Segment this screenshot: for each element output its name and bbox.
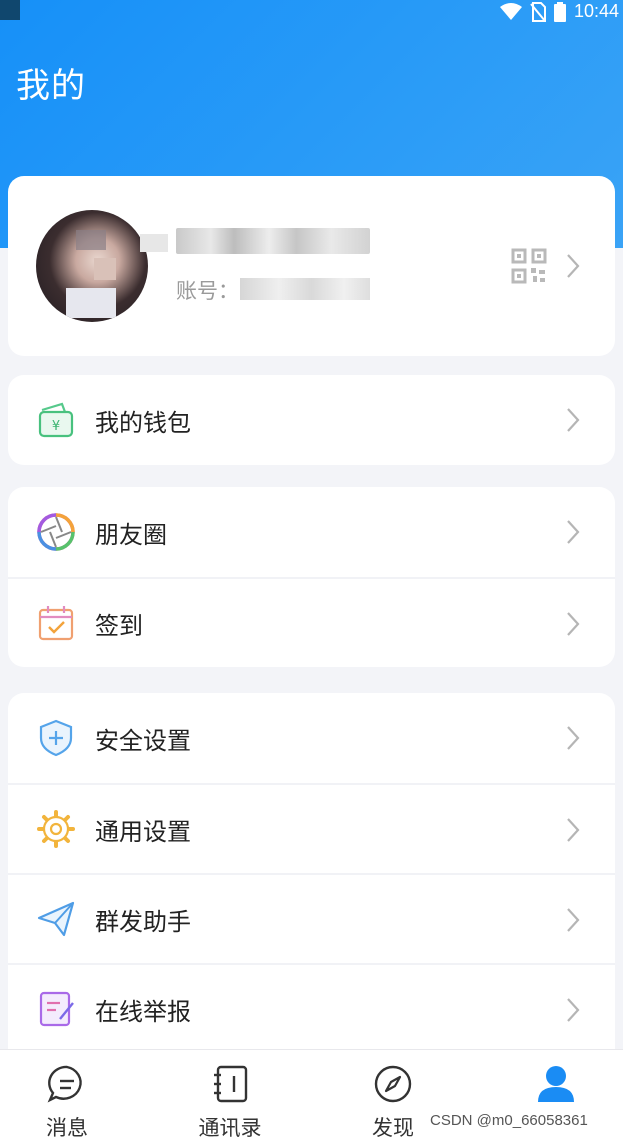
menu-item-broadcast[interactable]: 群发助手 [8, 873, 615, 963]
status-time: 10:44 [573, 1, 619, 21]
tab-label-messages: 消息 [46, 1116, 88, 1140]
svg-text:¥: ¥ [52, 419, 60, 434]
social-card: 朋友圈 签到 [8, 487, 615, 667]
menu-label-moments: 朋友圈 [95, 520, 167, 549]
person-icon [538, 1066, 574, 1102]
compass-icon [374, 1065, 412, 1103]
menu-label-checkin: 签到 [95, 611, 143, 640]
menu-label-wallet: 我的钱包 [95, 408, 191, 437]
menu-label-general: 通用设置 [95, 817, 191, 846]
tab-label-discover: 发现 [372, 1116, 414, 1140]
gear-icon [37, 810, 75, 848]
chevron-right-icon [567, 908, 580, 932]
wallet-icon: ¥ [38, 402, 74, 438]
chat-bubble-icon [47, 1065, 82, 1103]
battery-icon [553, 1, 566, 22]
redacted-account-number [240, 278, 370, 300]
chevron-right-icon [567, 726, 580, 750]
edit-note-icon [39, 991, 74, 1027]
menu-item-checkin[interactable]: 签到 [8, 577, 615, 667]
calendar-check-icon [38, 606, 74, 641]
redacted-name-tail [140, 234, 168, 252]
status-notification-icon [0, 0, 20, 20]
aperture-icon [37, 513, 75, 551]
chevron-right-icon [567, 408, 580, 432]
menu-item-general[interactable]: 通用设置 [8, 783, 615, 873]
tab-discover[interactable]: 发现 [343, 1050, 443, 1141]
chevron-right-icon [567, 998, 580, 1022]
menu-label-report: 在线举报 [95, 997, 191, 1026]
tab-contacts[interactable]: 通讯录 [180, 1050, 280, 1141]
menu-item-report[interactable]: 在线举报 [8, 963, 615, 1053]
menu-label-broadcast: 群发助手 [95, 907, 191, 936]
watermark: CSDN @m0_66058361 [430, 1112, 588, 1129]
wallet-card: ¥ 我的钱包 [8, 375, 615, 465]
tab-messages[interactable]: 消息 [17, 1050, 117, 1141]
menu-item-wallet[interactable]: ¥ 我的钱包 [8, 375, 615, 465]
status-bar: 10:44 [0, 0, 623, 24]
avatar[interactable] [36, 210, 148, 322]
qr-code-icon[interactable] [511, 248, 547, 284]
account-label: 账号： [176, 279, 239, 303]
contacts-book-icon [214, 1065, 248, 1103]
tab-label-contacts: 通讯录 [198, 1116, 262, 1140]
chevron-right-icon [567, 520, 580, 544]
chevron-right-icon [567, 818, 580, 842]
page-title: 我的 [16, 66, 86, 106]
chevron-right-icon [567, 254, 580, 278]
shield-plus-icon [39, 719, 73, 757]
menu-item-security[interactable]: 安全设置 [8, 693, 615, 783]
settings-card: 安全设置 通用设置 群发助手 在线举报 [8, 693, 615, 1073]
paper-plane-icon [37, 901, 75, 937]
redacted-nickname [176, 228, 370, 254]
menu-label-security: 安全设置 [95, 726, 191, 755]
menu-item-moments[interactable]: 朋友圈 [8, 487, 615, 577]
no-sim-icon [530, 1, 546, 22]
profile-card[interactable]: 账号： [8, 176, 615, 356]
wifi-icon [499, 2, 522, 20]
chevron-right-icon [567, 612, 580, 636]
